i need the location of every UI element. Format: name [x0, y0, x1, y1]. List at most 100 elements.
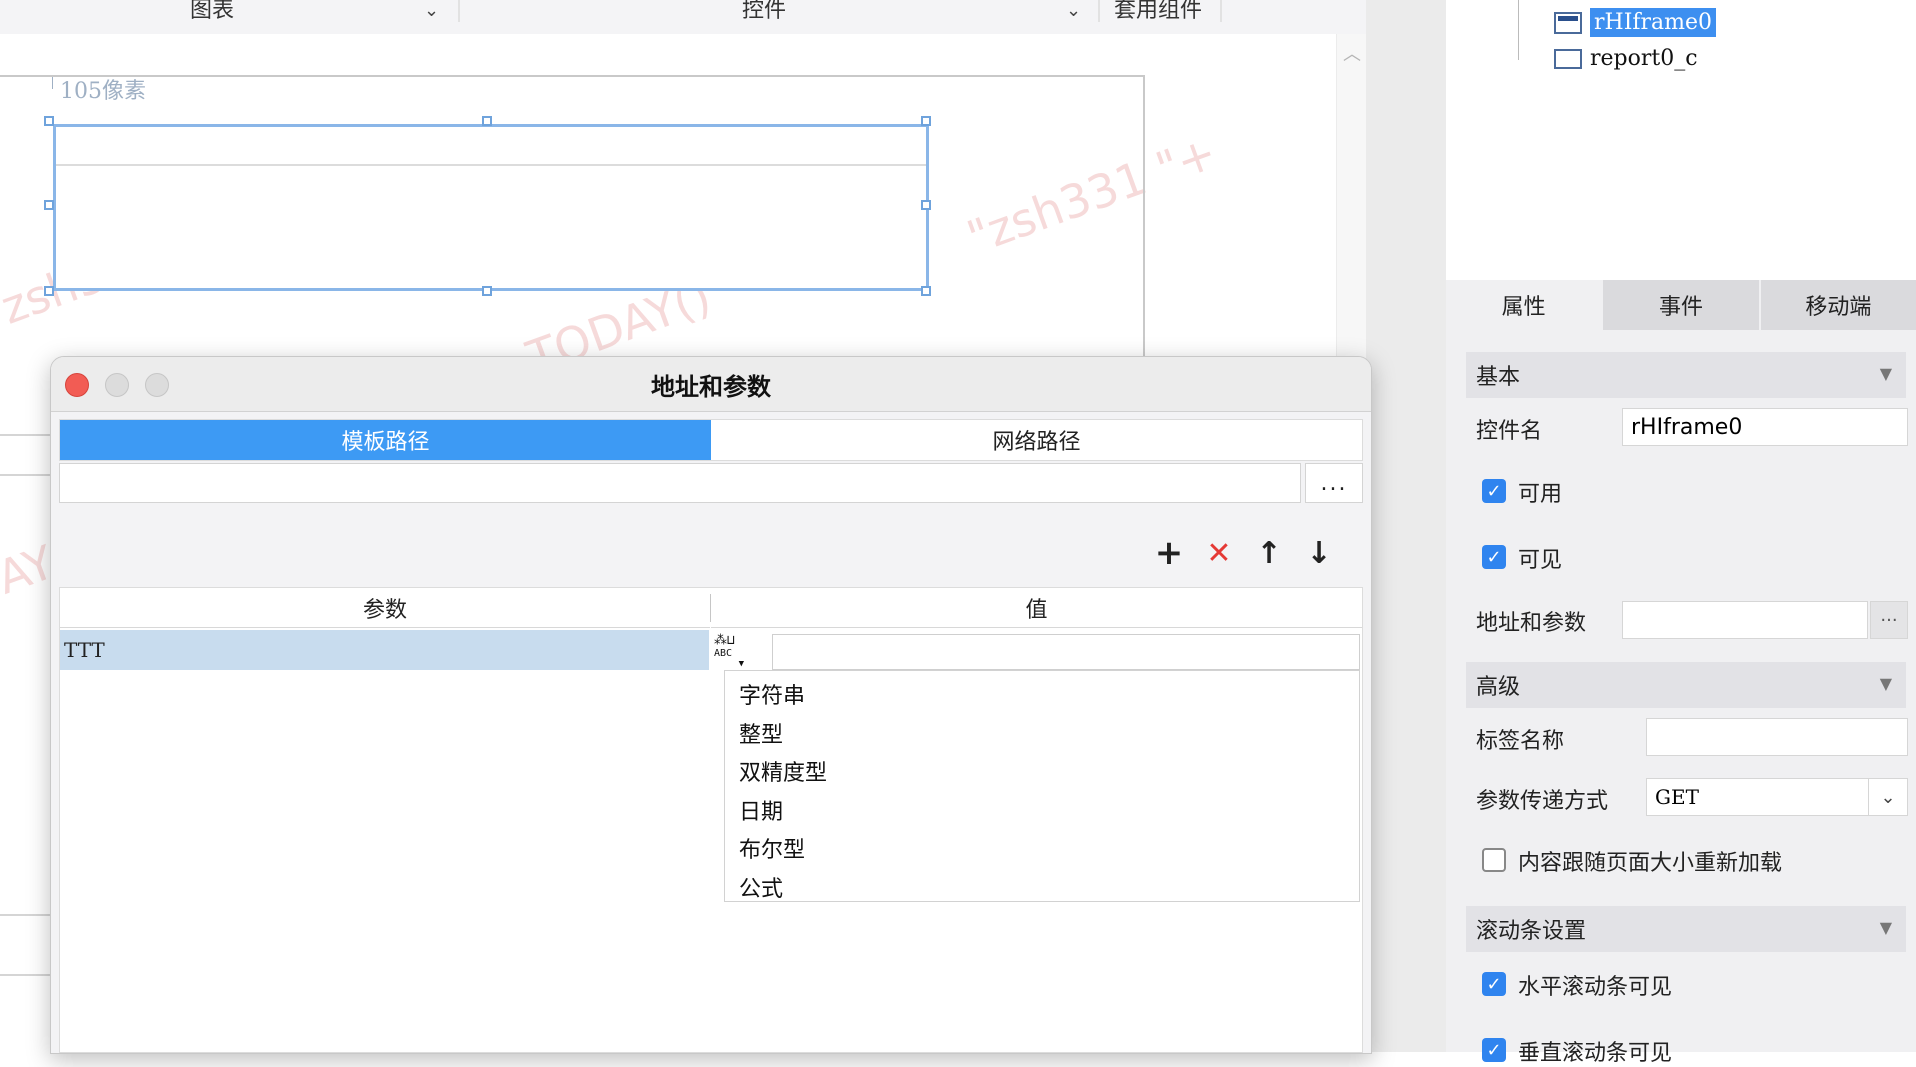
resize-handle[interactable]: [482, 286, 492, 296]
path-type-tabs: 模板路径 网络路径: [59, 419, 1363, 461]
iframe-widget[interactable]: [53, 124, 929, 291]
tree-item-label: report0_c: [1590, 46, 1698, 71]
move-up-button[interactable]: ↑: [1249, 533, 1289, 573]
type-option-double[interactable]: 双精度型: [725, 752, 1359, 791]
param-method-label: 参数传递方式: [1476, 789, 1609, 814]
column-divider: [710, 594, 711, 622]
chevron-down-icon: ▼: [1879, 674, 1892, 693]
property-tabs: 属性 事件 移动端: [1446, 280, 1916, 330]
section-title: 高级: [1476, 675, 1521, 700]
ruler-tick: [52, 77, 53, 89]
tag-name-input[interactable]: [1646, 718, 1908, 756]
tab-mobile[interactable]: 移动端: [1760, 280, 1916, 330]
visible-checkbox[interactable]: ✓: [1482, 545, 1506, 569]
column-header-value[interactable]: 值: [711, 588, 1362, 628]
canvas-row-line: [0, 434, 50, 436]
section-advanced[interactable]: 高级 ▼: [1466, 662, 1906, 708]
vscroll-label: 垂直滚动条可见: [1518, 1041, 1673, 1066]
resize-handle[interactable]: [482, 116, 492, 126]
url-params-label: 地址和参数: [1476, 611, 1587, 636]
chevron-down-icon: ▼: [1879, 364, 1892, 383]
tree-item-label: rHIframe0: [1590, 8, 1717, 37]
template-component-label[interactable]: 套用组件: [1114, 0, 1202, 24]
type-option-integer[interactable]: 整型: [725, 714, 1359, 753]
vscroll-checkbox[interactable]: ✓: [1482, 1038, 1506, 1062]
type-glyph: ⁂⊔: [714, 633, 735, 648]
section-title: 基本: [1476, 365, 1521, 390]
section-title: 滚动条设置: [1476, 919, 1587, 944]
tab-network-path[interactable]: 网络路径: [711, 420, 1362, 460]
tree-item-rhiframe0[interactable]: rHIframe0: [1554, 8, 1717, 37]
chevron-down-icon[interactable]: ⌄: [1868, 779, 1907, 815]
toolbar-divider: [1098, 0, 1100, 22]
resize-handle[interactable]: [921, 116, 931, 126]
url-params-input[interactable]: [1622, 601, 1868, 639]
arrow-down-icon: ↓: [1306, 535, 1332, 571]
resize-handle[interactable]: [44, 200, 54, 210]
param-method-value: GET: [1655, 785, 1699, 809]
tree-item-report0-c[interactable]: report0_c: [1554, 46, 1698, 71]
resize-handle[interactable]: [44, 286, 54, 296]
chart-category-label[interactable]: 图表: [190, 0, 234, 24]
panel-gutter: [1366, 0, 1446, 1052]
tab-events[interactable]: 事件: [1603, 280, 1761, 330]
column-header-param[interactable]: 参数: [60, 588, 710, 628]
plus-icon: +: [1154, 533, 1184, 573]
param-method-select[interactable]: GET ⌄: [1646, 778, 1908, 816]
toolbar-divider: [1220, 0, 1222, 22]
chevron-down-icon[interactable]: ⌄: [424, 0, 439, 21]
enabled-checkbox[interactable]: ✓: [1482, 479, 1506, 503]
close-window-button[interactable]: [65, 373, 89, 397]
type-option-string[interactable]: 字符串: [725, 675, 1359, 714]
widget-category-label[interactable]: 控件: [742, 0, 786, 24]
resize-handle[interactable]: [921, 200, 931, 210]
chevron-down-icon[interactable]: ⌄: [1066, 0, 1081, 21]
resize-handle[interactable]: [921, 286, 931, 296]
canvas-row-line: [0, 914, 50, 916]
minimize-window-button[interactable]: [105, 373, 129, 397]
move-down-button[interactable]: ↓: [1299, 533, 1339, 573]
maximize-window-button[interactable]: [145, 373, 169, 397]
report-icon: [1554, 48, 1582, 69]
section-basic[interactable]: 基本 ▼: [1466, 352, 1906, 398]
type-selector-icon[interactable]: ⁂⊔ ABC ▼: [714, 633, 748, 670]
reload-checkbox[interactable]: [1482, 848, 1506, 872]
type-dropdown-menu: 字符串 整型 双精度型 日期 布尔型 公式: [724, 670, 1360, 902]
param-value-input[interactable]: [772, 634, 1360, 670]
delete-param-button[interactable]: ✕: [1199, 533, 1239, 573]
frame-icon: [1554, 11, 1582, 34]
hscroll-label: 水平滚动条可见: [1518, 975, 1673, 1000]
widget-name-label: 控件名: [1476, 419, 1543, 444]
iframe-inner-divider: [56, 164, 926, 166]
type-option-boolean[interactable]: 布尔型: [725, 829, 1359, 868]
toolbar-divider: [458, 0, 460, 22]
dialog-titlebar[interactable]: 地址和参数: [51, 357, 1371, 412]
browse-button[interactable]: ...: [1305, 463, 1363, 503]
type-abc-text: ABC: [714, 648, 733, 659]
param-name-cell[interactable]: TTT: [60, 630, 709, 670]
canvas-row-line: [0, 474, 50, 476]
chevron-down-icon: ▼: [1879, 918, 1892, 937]
widget-name-input[interactable]: rHIframe0: [1622, 408, 1908, 446]
enabled-label: 可用: [1518, 482, 1563, 507]
dialog-title: 地址和参数: [651, 372, 771, 401]
section-scrollbar[interactable]: 滚动条设置 ▼: [1466, 906, 1906, 952]
delete-x-icon: ✕: [1206, 535, 1232, 571]
chevron-up-icon[interactable]: ︿: [1343, 40, 1361, 66]
tab-properties[interactable]: 属性: [1446, 280, 1604, 330]
property-panel: rHIframe0 report0_c 属性 事件 移动端 基本 ▼ 控件名 r…: [1446, 0, 1916, 1066]
add-param-button[interactable]: +: [1149, 533, 1189, 573]
resize-handle[interactable]: [44, 116, 54, 126]
tag-name-label: 标签名称: [1476, 729, 1565, 754]
arrow-up-icon: ↑: [1256, 535, 1282, 571]
url-params-browse-button[interactable]: ···: [1870, 601, 1908, 639]
url-params-dialog: 地址和参数 模板路径 网络路径 ... + ✕ ↑ ↓ 参数 值 TTT ⁂⊔ …: [50, 356, 1372, 1054]
type-option-date[interactable]: 日期: [725, 791, 1359, 830]
type-option-formula[interactable]: 公式: [725, 868, 1359, 907]
path-input[interactable]: [59, 463, 1301, 503]
hscroll-checkbox[interactable]: ✓: [1482, 972, 1506, 996]
visible-label: 可见: [1518, 548, 1563, 573]
ruler-measure-label: 105像素: [60, 79, 146, 104]
canvas-row-line: [0, 974, 50, 976]
tab-template-path[interactable]: 模板路径: [60, 420, 711, 460]
